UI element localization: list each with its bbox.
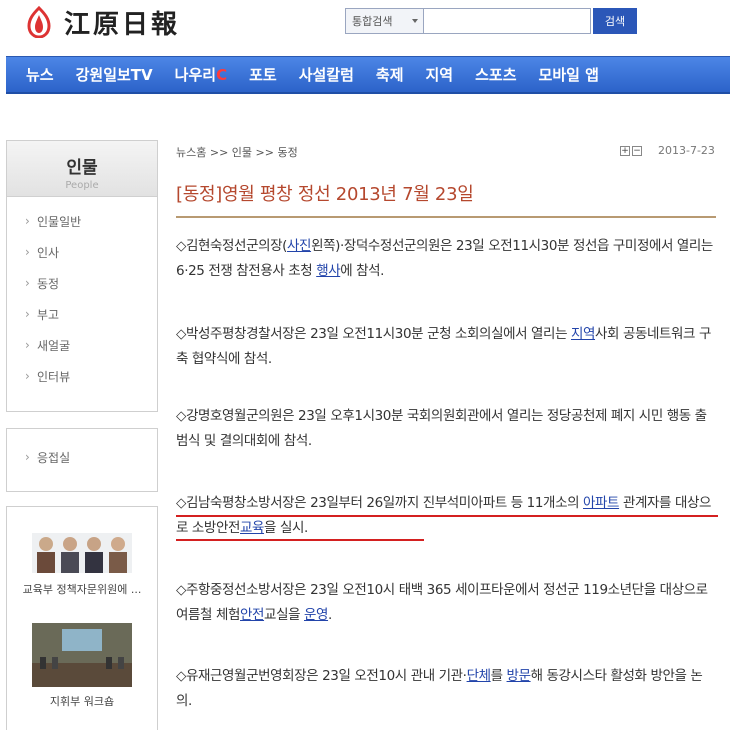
sidebar-menu: 인물일반 인사 동정 부고 새얼굴 인터뷰 [7,197,157,397]
sidebar-category-box: 인물 People 인물일반 인사 동정 부고 새얼굴 인터뷰 [6,140,158,412]
nav-item-tv[interactable]: 강원일보TV [76,64,153,85]
main-nav: 뉴스 강원일보TV 나우리C 포토 사설칼럼 축제 지역 스포츠 모바일 앱 [6,56,730,94]
highlight-underline-1 [176,515,718,517]
sidebar-thumb-2[interactable]: 지휘부 워크숍 [7,597,157,709]
text-run: ◇박성주평창경찰서장은 23일 오전11시30분 군청 소회의실에서 열리는 [176,326,571,342]
breadcrumb[interactable]: 뉴스홈 >> 인물 >> 동정 [176,144,298,160]
search-scope-select[interactable]: 통합검색 [345,8,423,34]
sidebar-item-new-faces[interactable]: 새얼굴 [25,330,157,362]
thumb-caption-2: 지휘부 워크숍 [49,695,115,708]
text-run: ◇강명호영월군의원은 23일 오후1시30분 국회의원회관에서 열리는 정당공천… [176,408,707,449]
chevron-down-icon [412,19,418,23]
sidebar-item-obituary[interactable]: 부고 [25,299,157,331]
article-paragraph-2: ◇박성주평창경찰서장은 23일 오전11시30분 군청 소회의실에서 열리는 지… [176,322,716,372]
search-bar: 통합검색 검색 [345,8,637,34]
nav-item-festival[interactable]: 축제 [376,64,404,85]
highlight-underline-2 [176,539,424,541]
article-paragraph-5: ◇주항중정선소방서장은 23일 오전10시 태백 365 세이프타운에서 정선군… [176,578,716,628]
text-run: 에 참석. [340,263,385,279]
sidebar-item-reception[interactable]: 응접실 [25,442,157,474]
thumb-caption-1: 교육부 정책자문위원에 ... [22,583,142,596]
link-operate[interactable]: 운영 [304,607,328,623]
text-run: ◇김현숙정선군의장( [176,238,288,254]
text-run: 을 실시. [264,520,308,536]
sidebar-header: 인물 People [7,141,157,197]
sidebar-item-activities[interactable]: 동정 [25,268,157,300]
nav-item-sports[interactable]: 스포츠 [475,64,516,85]
nav-item-region[interactable]: 지역 [426,64,454,85]
text-run: ◇유재근영월군번영회장은 23일 오전10시 관내 기관· [176,668,467,684]
article-paragraph-6: ◇유재근영월군번영회장은 23일 오전10시 관내 기관·단체를 방문해 동강시… [176,664,716,714]
article-date: 2013-7-23 [658,144,715,157]
sidebar-item-people[interactable]: 인물일반 [25,206,157,238]
link-group[interactable]: 단체 [467,668,491,684]
sidebar-title: 인물 [66,158,98,178]
thumb-photo-workshop [32,623,132,687]
sidebar-thumb-1[interactable]: 교육부 정책자문위원에 ... [7,507,157,597]
sidebar-item-personnel[interactable]: 인사 [25,237,157,269]
logo-flame-icon [27,6,51,38]
text-run: ◇김남숙평창소방서장은 23일부터 26일까지 진부석미아파트 등 11개소의 [176,495,584,511]
text-run: 교실을 [264,607,304,623]
nav-item-nawuri-label: 나우리 [174,66,217,84]
headline-divider [176,216,716,218]
link-region[interactable]: 지역 [571,326,595,342]
sidebar-extra-box: 응접실 [6,428,158,492]
search-scope-label: 통합검색 [352,15,393,28]
text-run: . [328,607,332,623]
nav-item-column[interactable]: 사설칼럼 [299,64,354,85]
search-button[interactable]: 검색 [593,8,637,34]
link-event[interactable]: 행사 [316,263,340,279]
link-safety[interactable]: 안전 [240,607,264,623]
zoom-out-icon[interactable]: − [632,145,642,156]
site-logo[interactable]: 江原日報 [24,4,180,40]
sidebar-item-interview[interactable]: 인터뷰 [25,361,157,393]
sidebar-photo-box: 교육부 정책자문위원에 ... 지휘부 워크숍 [6,506,158,730]
article-paragraph-3: ◇강명호영월군의원은 23일 오후1시30분 국회의원회관에서 열리는 정당공천… [176,404,716,454]
article-paragraph-1: ◇김현숙정선군의장(사진왼쪽)·장덕수정선군의원은 23일 오전11시30분 정… [176,234,716,284]
text-run: 를 [490,668,507,684]
zoom-in-icon[interactable]: + [620,145,630,156]
nav-item-news[interactable]: 뉴스 [26,64,54,85]
article-headline: [동정]영월 평창 정선 2013년 7월 23일 [176,184,474,205]
search-input[interactable] [423,8,591,34]
logo-text: 江原日報 [64,9,181,40]
link-apartment[interactable]: 아파트 [583,495,619,511]
link-visit[interactable]: 방문 [507,668,531,684]
link-photo[interactable]: 사진 [287,238,311,254]
nav-item-nawuri[interactable]: 나우리C [175,64,227,85]
sidebar-extra-menu: 응접실 [7,429,157,478]
nav-item-mobile[interactable]: 모바일 앱 [539,64,599,85]
article-tools: + − 2013-7-23 [620,144,715,157]
sidebar-subtitle: People [65,180,99,191]
nav-item-photo[interactable]: 포토 [249,64,277,85]
link-education[interactable]: 교육 [240,520,264,536]
thumb-photo-group [32,533,132,573]
nav-item-nawuri-suffix: C [216,66,228,84]
